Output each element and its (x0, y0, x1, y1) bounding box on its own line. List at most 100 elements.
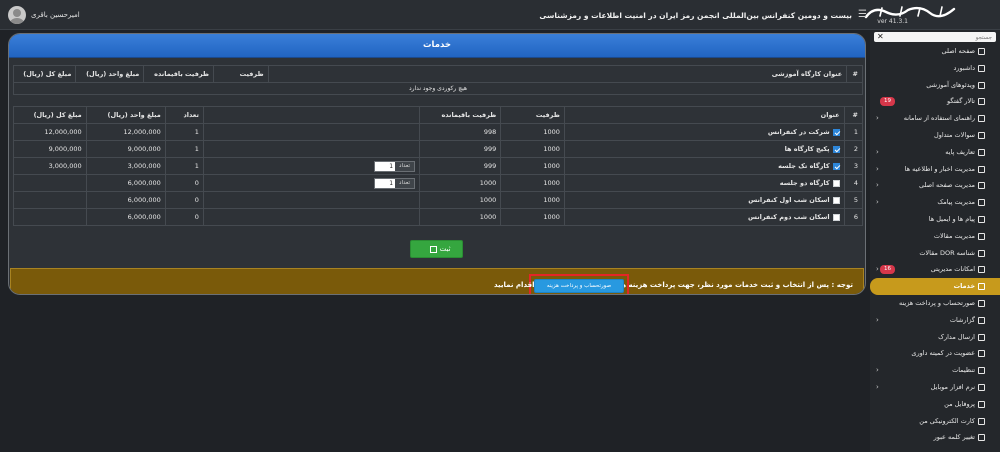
row-number: 3 (843, 157, 864, 175)
sidebar-item-label: صورتحساب و پرداخت هزینه (898, 298, 975, 307)
sidebar-item-label: ارسال مدارک (938, 332, 975, 341)
sidebar-item[interactable]: پروفایل من (870, 396, 1000, 413)
table-row: 2 پکیج کارگاه ها 1000 999 1 9,000,000 9,000,00… (13, 140, 864, 158)
sidebar-item-label: نرم افزار موبایل (930, 382, 975, 391)
sidebar-menu: صفحه اصلی داشبورد ویدئوهای آموزشی تالار گفت… (870, 43, 1000, 446)
workshop-table: # عنوان کارگاه آموزشی ظرفیت ظرفیت باقیما… (12, 65, 863, 95)
sidebar-item[interactable]: مدیریت اخبار و اطلاعیه ها ‹ (870, 161, 1000, 178)
service-checkbox[interactable] (832, 162, 840, 170)
notice-text-end: اقدام نمایید (494, 281, 535, 289)
profile-icon (978, 400, 985, 408)
hamburger-menu-icon[interactable]: ☰ (858, 10, 867, 20)
sidebar-item-label: سوالات متداول (933, 130, 975, 139)
total-cell (13, 174, 87, 192)
column-header: # (846, 65, 863, 83)
table-row: 4 کارگاه دو جلسه 1000 1000 تعداد 1 0 6,000,000 (13, 174, 864, 192)
search-input[interactable] (874, 33, 996, 43)
sidebar-item[interactable]: مدیریت صفحه اصلی ‹ (870, 177, 1000, 194)
sidebar-item-label: گزارشات (949, 315, 975, 324)
service-checkbox[interactable] (832, 213, 840, 221)
articles-icon (978, 232, 985, 240)
column-header: مبلغ کل (ریال) (13, 106, 87, 124)
quantity-cell: تعداد 1 (202, 157, 421, 175)
faq-icon (978, 131, 985, 139)
unit-price-cell: 6,000,000 (85, 208, 166, 226)
column-header: مبلغ کل (ریال) (12, 65, 77, 83)
upload-icon (978, 333, 985, 341)
service-checkbox[interactable] (832, 145, 840, 153)
service-title: اسکان شب اول کنفرانس (748, 196, 830, 204)
quantity-stepper[interactable]: تعداد 1 (374, 177, 416, 189)
empty-message: هیچ رکوردی وجود ندارد (13, 82, 863, 95)
sidebar-item[interactable]: صورتحساب و پرداخت هزینه (870, 295, 1000, 312)
sidebar-item[interactable]: سوالات متداول (870, 127, 1000, 144)
chevron-left-icon: ‹ (876, 366, 879, 375)
sidebar-item[interactable]: نرم افزار موبایل ‹ (870, 379, 1000, 396)
sidebar-item[interactable]: تنظیمات ‹ (870, 362, 1000, 379)
sidebar-item[interactable]: ارسال مدارک (870, 329, 1000, 346)
save-label: ثبت (439, 245, 451, 253)
sidebar-item-label: تنظیمات (952, 366, 975, 375)
panel-header: خدمات (9, 34, 865, 58)
sidebar-item[interactable]: داشبورد (870, 60, 1000, 77)
close-icon[interactable]: ✕ (877, 32, 884, 42)
unit-price-cell: 9,000,000 (85, 140, 166, 158)
sidebar-item[interactable]: راهنمای استفاده از سامانه ‹ (870, 110, 1000, 127)
sidebar-item[interactable]: تعاریف پایه ‹ (870, 144, 1000, 161)
sidebar-item[interactable]: ویدئوهای آموزشی (870, 77, 1000, 94)
sidebar-item-label: مدیریت مقالات (933, 231, 975, 240)
quantity-stepper[interactable]: تعداد 1 (374, 160, 416, 172)
quantity-label: تعداد (395, 178, 415, 188)
sidebar-item[interactable]: خدمات (870, 278, 1000, 295)
sidebar-item[interactable]: مدیریت مقالات (870, 228, 1000, 245)
sidebar-item[interactable]: تغییر کلمه عبور (870, 429, 1000, 446)
sidebar-item[interactable]: تالار گفتگو 19 (870, 93, 1000, 110)
sidebar-item[interactable]: گزارشات ‹ (870, 312, 1000, 329)
key-icon (978, 434, 985, 442)
sidebar-item-label: پروفایل من (944, 399, 975, 408)
count-badge: 16 (880, 265, 895, 275)
notice-banner: توجه : پس از انتخاب و ثبت خدمات مورد نظر… (10, 268, 864, 294)
quantity-input[interactable]: 1 (375, 161, 396, 171)
sidebar: ✕ صفحه اصلی داشبورد ویدئوهای آموزشی تالار گ… (870, 30, 1000, 452)
sidebar-item[interactable]: مدیریت پیامک ‹ (870, 194, 1000, 211)
sidebar-item[interactable]: صفحه اصلی (870, 43, 1000, 60)
sidebar-item-label: پیام ها و ایمیل ها (928, 214, 975, 223)
capacity-cell: 1000 (500, 157, 565, 175)
column-header: تعداد (164, 106, 204, 124)
chevron-left-icon: ‹ (876, 181, 879, 190)
sidebar-item[interactable]: عضویت در کمیته داوری (870, 345, 1000, 362)
quantity-input[interactable]: 1 (375, 178, 396, 188)
sidebar-item-label: مدیریت پیامک (937, 198, 975, 207)
sidebar-item[interactable]: شناسه DOR مقالات (870, 245, 1000, 262)
avatar[interactable] (8, 6, 26, 24)
service-checkbox[interactable] (832, 179, 840, 187)
save-button[interactable]: ثبت (410, 240, 463, 258)
user-name[interactable]: امیرحسین باقری (31, 11, 80, 19)
sidebar-search: ✕ (874, 32, 996, 43)
remaining-cell: 998 (419, 123, 502, 141)
invoice-payment-button[interactable]: صورتحساب و پرداخت هزینه (534, 279, 624, 293)
sidebar-item[interactable]: امکانات مدیریتی ‹ 16 (870, 261, 1000, 278)
column-header: ظرفیت باقیمانده (143, 65, 214, 83)
count-badge: 19 (880, 97, 895, 107)
sidebar-item-label: امکانات مدیریتی (930, 265, 975, 274)
logo[interactable] (860, 4, 960, 20)
reports-icon (978, 316, 985, 324)
tools-icon (978, 266, 985, 274)
sidebar-item-label: راهنمای استفاده از سامانه (903, 114, 975, 123)
panel-title: خدمات (422, 40, 452, 50)
quantity-cell (202, 208, 421, 226)
service-checkbox[interactable] (832, 196, 840, 204)
invoice-icon (978, 299, 985, 307)
sidebar-item[interactable]: کارت الکترونیکی من (870, 413, 1000, 430)
chevron-left-icon: ‹ (876, 382, 879, 391)
table-row: 1 شرکت در کنفرانس 1000 998 1 12,000,000 12,000… (13, 123, 864, 141)
chat-icon (978, 98, 985, 106)
service-checkbox[interactable] (832, 128, 840, 136)
service-title: پکیج کارگاه ها (784, 145, 830, 153)
remaining-cell: 1000 (419, 191, 502, 209)
sidebar-item[interactable]: پیام ها و ایمیل ها (870, 211, 1000, 228)
row-number: 6 (843, 208, 864, 226)
row-number: 2 (843, 140, 864, 158)
